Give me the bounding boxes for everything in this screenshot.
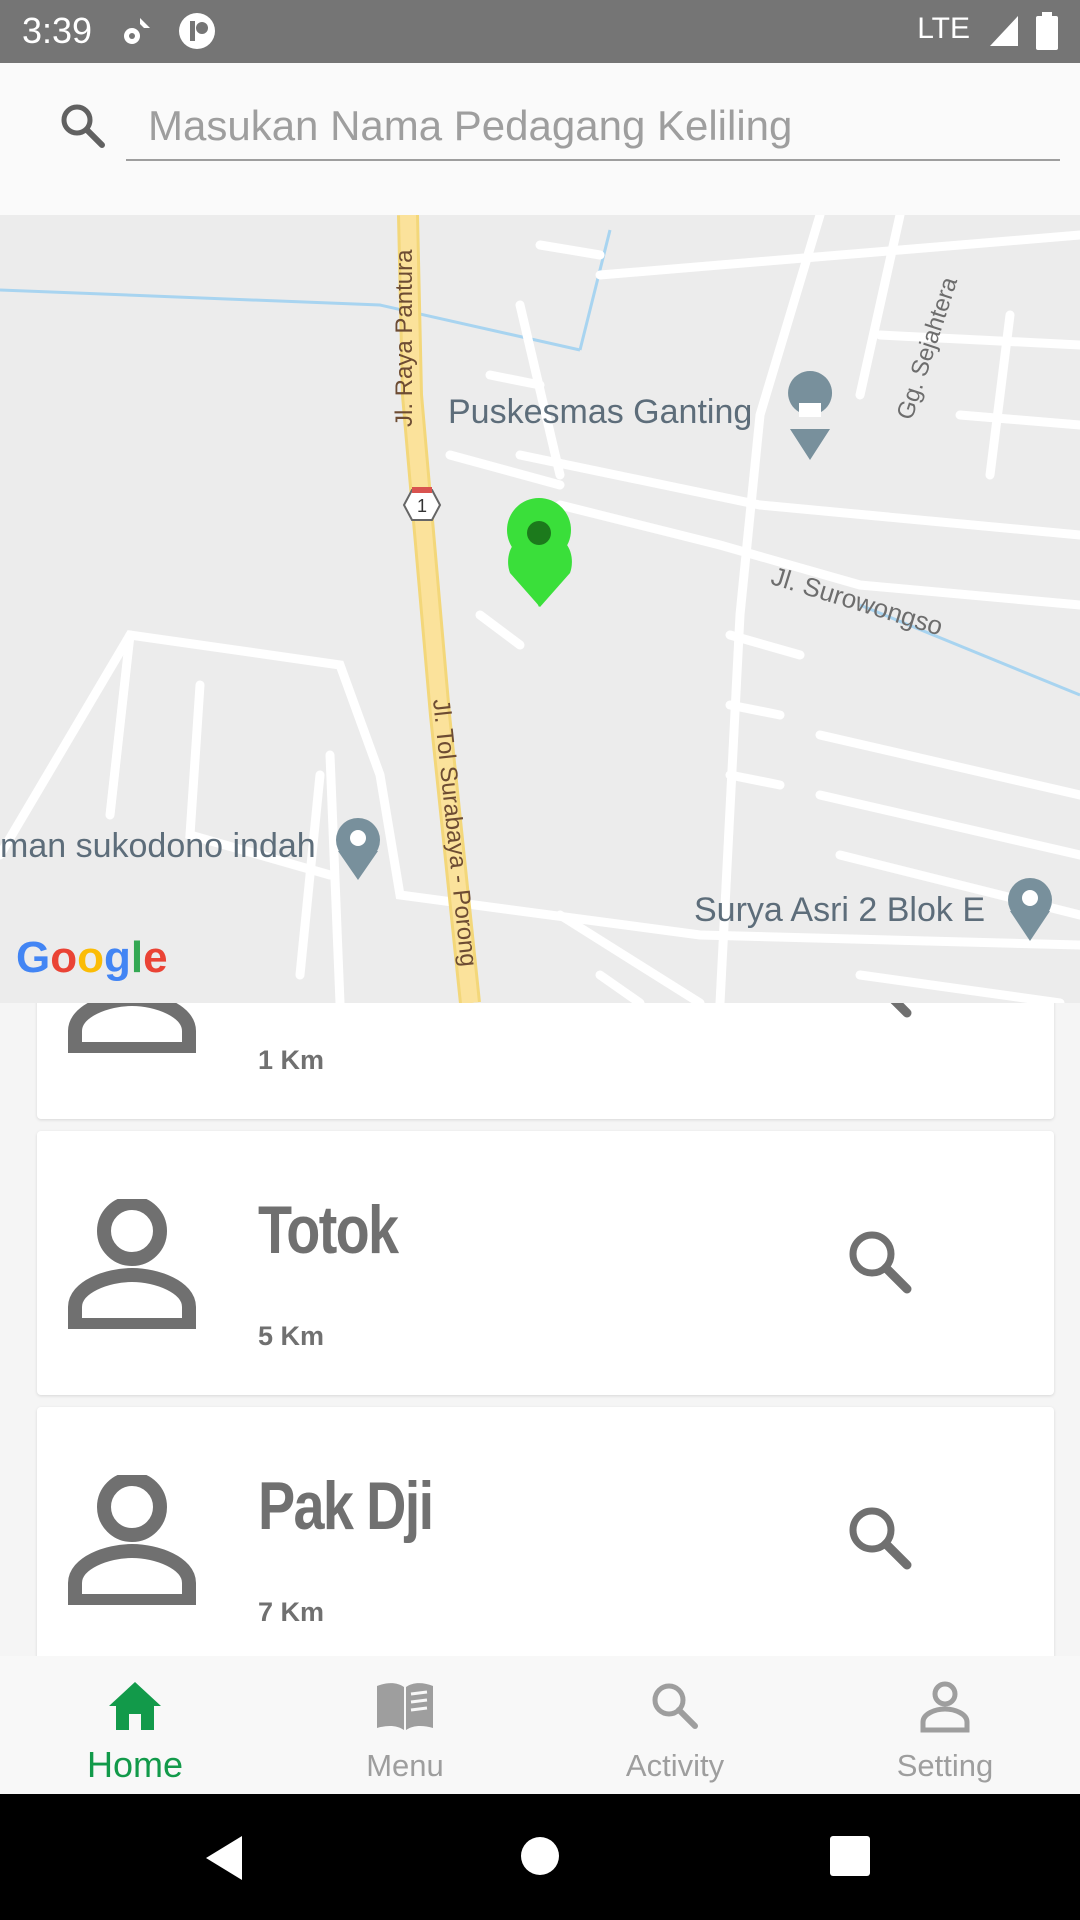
vendor-name: Totok bbox=[258, 1192, 399, 1268]
map-label-surya-asri: Surya Asri 2 Blok E bbox=[694, 891, 986, 929]
search-bar bbox=[0, 63, 1080, 215]
person-icon bbox=[68, 1475, 196, 1605]
vendor-list[interactable]: 1 Km Totok 5 Km Pak Dji 7 Km bbox=[0, 1003, 1080, 1656]
signal-icon bbox=[990, 16, 1018, 46]
vendor-distance: 7 Km bbox=[258, 1597, 325, 1627]
vendor-name: Pak Dji bbox=[258, 1468, 434, 1544]
network-type: LTE bbox=[917, 12, 970, 45]
search-icon[interactable] bbox=[845, 1003, 915, 1021]
vendor-distance: 1 Km bbox=[258, 1045, 325, 1075]
search-icon bbox=[61, 104, 105, 148]
nav-item-home[interactable]: Home bbox=[0, 1656, 270, 1794]
vendor-card[interactable]: Pak Dji 7 Km bbox=[37, 1407, 1054, 1656]
person-icon bbox=[920, 1681, 970, 1733]
book-icon bbox=[377, 1683, 433, 1730]
nav-item-setting[interactable]: Setting bbox=[810, 1656, 1080, 1794]
back-icon[interactable] bbox=[202, 1834, 246, 1882]
map-label-raya-pantura: Jl. Raya Pantura bbox=[391, 249, 418, 427]
google-logo: Google bbox=[16, 933, 168, 982]
status-bar: 3:39 LTE bbox=[0, 0, 1080, 63]
person-icon bbox=[68, 1199, 196, 1329]
nav-item-menu[interactable]: Menu bbox=[270, 1656, 540, 1794]
home-button-icon[interactable] bbox=[520, 1836, 560, 1876]
battery-icon bbox=[1036, 12, 1058, 50]
nav-item-activity[interactable]: Activity bbox=[540, 1656, 810, 1794]
person-icon bbox=[68, 1003, 196, 1053]
nav-label-home: Home bbox=[86, 1744, 184, 1785]
status-time: 3:39 bbox=[22, 10, 93, 51]
vendor-card[interactable]: Totok 5 Km bbox=[37, 1131, 1054, 1395]
search-icon[interactable] bbox=[845, 1227, 915, 1297]
app-notification-icon bbox=[179, 13, 215, 49]
map-label-puskesmas: Puskesmas Ganting bbox=[448, 393, 753, 431]
route-shield-label: 1 bbox=[417, 496, 427, 516]
recents-icon[interactable] bbox=[830, 1836, 870, 1876]
system-nav-bar bbox=[0, 1794, 1080, 1920]
map-view[interactable]: 1 Puskesmas Ganting man sukodono indah S… bbox=[0, 215, 1080, 1003]
settings-sync-icon bbox=[124, 18, 150, 44]
nav-label-activity: Activity bbox=[625, 1748, 725, 1783]
search-icon[interactable] bbox=[845, 1503, 915, 1573]
search-icon bbox=[652, 1683, 698, 1729]
vendor-card[interactable]: 1 Km bbox=[37, 1003, 1054, 1119]
vendor-distance: 5 Km bbox=[258, 1321, 325, 1351]
nav-label-menu: Menu bbox=[366, 1748, 444, 1783]
nav-label-setting: Setting bbox=[896, 1748, 994, 1783]
map-label-sukodono: man sukodono indah bbox=[0, 827, 316, 865]
home-icon bbox=[109, 1682, 161, 1730]
vendor-search-input[interactable] bbox=[126, 93, 1060, 161]
bottom-nav: Home Menu Activity Setting bbox=[0, 1656, 1080, 1794]
